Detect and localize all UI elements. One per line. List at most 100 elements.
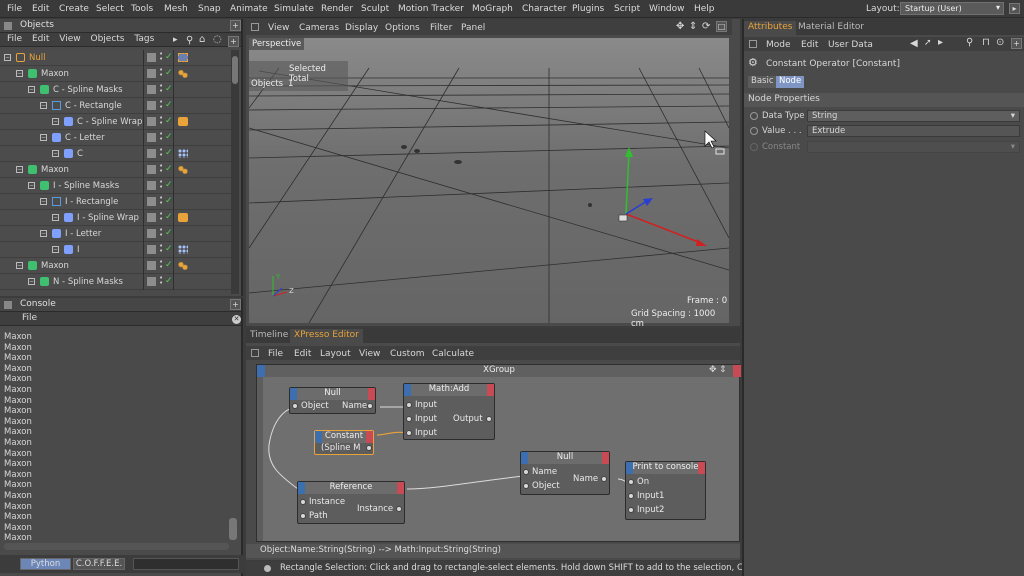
enabled-check-icon[interactable]: ✓ [165,228,173,238]
xp-menu-edit[interactable]: Edit [294,349,311,359]
console-clear-icon[interactable]: ✕ [232,315,241,324]
port-name-out[interactable] [367,403,373,409]
back-arrow-icon[interactable]: ◀ [910,38,918,49]
enabled-check-icon[interactable]: ✓ [165,148,173,158]
port-reference-path-in[interactable] [300,513,306,519]
port-constant-out[interactable] [366,445,372,451]
menu-sculpt[interactable]: Sculpt [361,4,389,14]
port-math-input-1[interactable] [406,402,412,408]
layer-icon[interactable] [147,101,156,110]
enabled-check-icon[interactable]: ✓ [165,244,173,254]
lock-icon[interactable]: ⊓ [982,37,990,48]
enabled-check-icon[interactable]: ✓ [165,212,173,222]
menu-mesh[interactable]: Mesh [164,4,188,14]
node-constant[interactable]: Constant (Spline M [314,430,374,455]
objects-scroll-thumb[interactable] [232,56,238,84]
menu-render[interactable]: Render [321,4,353,14]
menu-tools[interactable]: Tools [131,4,153,14]
layer-icon[interactable] [147,245,156,254]
points-tag-icon[interactable] [178,149,188,158]
port-null2-name-in[interactable] [523,469,529,475]
layer-icon[interactable] [147,53,156,62]
expand-toggle-icon[interactable]: − [28,278,35,285]
settings-icon[interactable]: ⊙ [996,37,1004,48]
value-radio[interactable] [750,127,758,135]
attr-menu-user-data[interactable]: User Data [828,40,873,50]
objects-menu-file[interactable]: File [7,34,22,44]
console-expand-button[interactable]: + [230,299,241,310]
visibility-dots-icon[interactable]: • • [159,51,163,63]
object-row[interactable]: − C • • ✓ [0,146,231,162]
menu-character[interactable]: Character [522,4,566,14]
layer-icon[interactable] [147,181,156,190]
expand-toggle-icon[interactable]: − [28,86,35,93]
objects-scrollbar[interactable] [231,50,239,294]
tab-node[interactable]: Node [776,76,805,88]
objects-expand-button[interactable]: + [230,20,241,31]
xp-menu-layout[interactable]: Layout [320,349,351,359]
port-print-input2[interactable] [628,507,634,513]
up-arrow-icon[interactable]: ➚ [924,38,932,48]
port-math-input-2[interactable] [406,416,412,422]
object-row[interactable]: − Maxon • • ✓ [0,66,231,82]
xp-menu-file[interactable]: File [268,349,283,359]
search-icon[interactable]: ⚲ [186,35,193,46]
object-row[interactable]: − I - Spline Wrap • • ✓ [0,210,231,226]
layer-icon[interactable] [147,149,156,158]
port-null2-name-out[interactable] [601,476,607,482]
phong-tag-icon[interactable] [178,69,188,78]
tab-timeline[interactable]: Timeline [246,329,292,343]
camera-label[interactable]: Perspective [249,38,305,50]
expand-toggle-icon[interactable]: − [16,70,23,77]
viewport-grip-icon[interactable] [251,23,259,31]
node-math-add[interactable]: Math:Add Input Input Input Output [403,383,495,440]
port-null2-object-in[interactable] [523,483,529,489]
menu-plugins[interactable]: Plugins [572,4,604,14]
tab-basic[interactable]: Basic [748,76,777,88]
phong-tag-icon[interactable] [178,261,188,270]
visibility-dots-icon[interactable]: • • [159,195,163,207]
enabled-check-icon[interactable]: ✓ [165,132,173,142]
layer-icon[interactable] [147,69,156,78]
menu-animate[interactable]: Animate [230,4,268,14]
port-reference-instance-out[interactable] [396,506,402,512]
objects-new-window-button[interactable]: + [228,36,239,47]
menu-script[interactable]: Script [614,4,640,14]
object-row[interactable]: − C - Spline Masks • • ✓ [0,82,231,98]
search-icon[interactable]: ⚲ [966,37,973,48]
visibility-dots-icon[interactable]: • • [159,259,163,271]
console-hscrollbar[interactable] [4,543,229,550]
menu-simulate[interactable]: Simulate [274,4,314,14]
layer-icon[interactable] [147,213,156,222]
layer-icon[interactable] [147,261,156,270]
node-null-name[interactable]: Null Name Object Name [520,451,610,495]
visibility-dots-icon[interactable]: • • [159,115,163,127]
menu-file[interactable]: File [7,4,22,14]
menu-edit[interactable]: Edit [32,4,49,14]
value-input[interactable]: Extrude [807,125,1020,137]
console-menu-file[interactable]: File [22,313,37,323]
enabled-check-icon[interactable]: ✓ [165,196,173,206]
node-print-to-console[interactable]: Print to console On Input1 Input2 [625,461,706,520]
points-tag-icon[interactable] [178,245,188,254]
forward-arrow-icon[interactable]: ▸ [938,37,943,48]
xp-menu-view[interactable]: View [359,349,380,359]
port-print-on[interactable] [628,479,634,485]
expand-toggle-icon[interactable]: − [40,230,47,237]
object-row[interactable]: − Maxon • • ✓ [0,162,231,178]
menu-window[interactable]: Window [649,4,685,14]
visibility-dots-icon[interactable]: • • [159,131,163,143]
filter-icon[interactable]: ◌ [213,34,222,45]
visibility-dots-icon[interactable]: • • [159,163,163,175]
port-reference-instance-in[interactable] [300,499,306,505]
layer-icon[interactable] [147,85,156,94]
node-null-object[interactable]: Null Object Name [289,387,376,414]
move-view-icon[interactable]: ✥ [676,21,684,32]
objects-menu-edit[interactable]: Edit [32,34,49,44]
enabled-check-icon[interactable]: ✓ [165,276,173,286]
menu-help[interactable]: Help [694,4,715,14]
vp-menu-cameras[interactable]: Cameras [299,23,339,33]
visibility-dots-icon[interactable]: • • [159,179,163,191]
expand-toggle-icon[interactable]: − [52,214,59,221]
vp-menu-display[interactable]: Display [345,23,378,33]
